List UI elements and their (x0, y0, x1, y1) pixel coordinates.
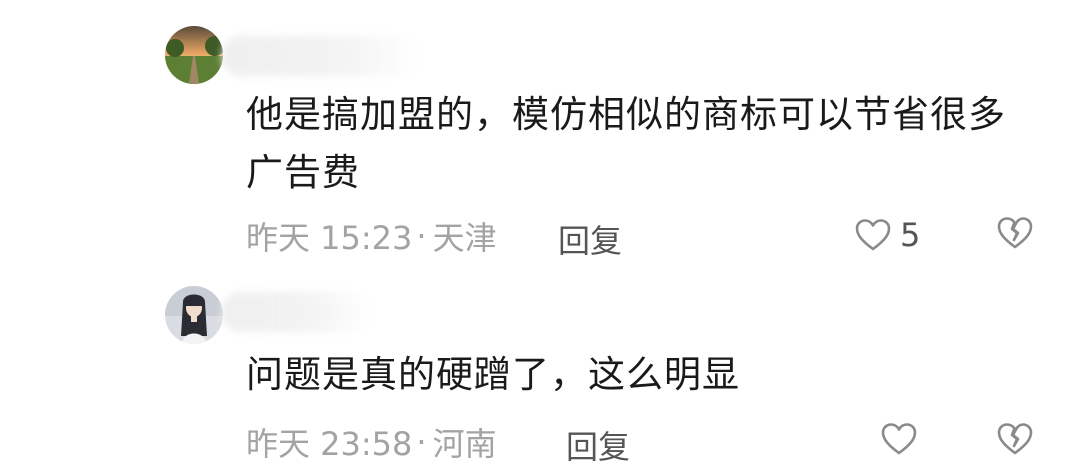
heart-outline-icon (880, 422, 918, 456)
dislike-button[interactable] (996, 422, 1034, 456)
comment-time: 昨天 15:23 (246, 219, 413, 257)
comment-time: 昨天 23:58 (246, 425, 413, 463)
dislike-button[interactable] (996, 216, 1034, 250)
meta-separator: · (416, 217, 427, 255)
broken-heart-icon (996, 216, 1034, 250)
comment-meta: 昨天 23:58 · 河南 (246, 422, 497, 463)
username-redacted[interactable] (222, 36, 422, 76)
username-redacted[interactable] (222, 292, 372, 332)
reply-button[interactable]: 回复 (566, 422, 630, 468)
comment-text: 问题是真的硬蹭了，这么明显 (246, 353, 740, 396)
heart-outline-icon (854, 218, 892, 252)
like-button[interactable] (880, 422, 926, 456)
meta-separator: · (416, 423, 427, 461)
comment-text: 他是搞加盟的，模仿相似的商标可以节省很多广告费 (246, 93, 1006, 194)
avatar[interactable] (165, 286, 223, 344)
avatar[interactable] (165, 26, 223, 84)
comment-item: 他是搞加盟的，模仿相似的商标可以节省很多广告费 昨天 15:23 · 天津 回复… (0, 0, 1080, 260)
like-button[interactable]: 5 (854, 216, 920, 254)
reply-button[interactable]: 回复 (558, 216, 622, 262)
comment-location: 天津 (432, 219, 497, 257)
comment-meta: 昨天 15:23 · 天津 (246, 216, 497, 257)
comment-location: 河南 (432, 425, 497, 463)
comment-item: 问题是真的硬蹭了，这么明显 昨天 23:58 · 河南 回复 (0, 260, 1080, 467)
like-count: 5 (900, 216, 921, 254)
broken-heart-icon (996, 422, 1034, 456)
